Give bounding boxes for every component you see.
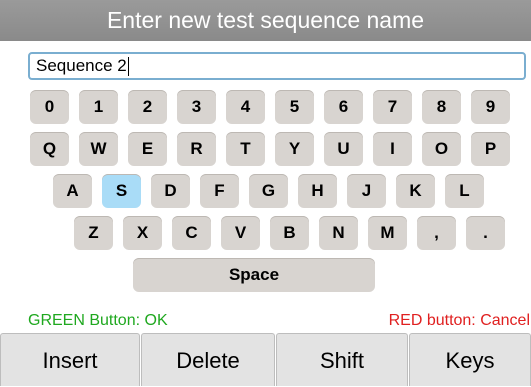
key-b[interactable]: B [270, 216, 309, 250]
space-key[interactable]: Space [133, 258, 375, 292]
key-i[interactable]: I [373, 132, 412, 166]
key-t[interactable]: T [226, 132, 265, 166]
keys-softkey[interactable]: Keys [409, 333, 531, 386]
key-f[interactable]: F [200, 174, 239, 208]
key-n[interactable]: N [319, 216, 358, 250]
key-g[interactable]: G [249, 174, 288, 208]
insert-softkey[interactable]: Insert [0, 333, 140, 386]
key-3[interactable]: 3 [177, 90, 216, 124]
key-l[interactable]: L [445, 174, 484, 208]
softkey-bar: Insert Delete Shift Keys [0, 333, 531, 386]
key-7[interactable]: 7 [373, 90, 412, 124]
key-0[interactable]: 0 [30, 90, 69, 124]
delete-softkey[interactable]: Delete [141, 333, 275, 386]
key-a[interactable]: A [53, 174, 92, 208]
shift-softkey[interactable]: Shift [276, 333, 408, 386]
key-period[interactable]: . [466, 216, 505, 250]
key-q[interactable]: Q [30, 132, 69, 166]
on-screen-keyboard: 0 1 2 3 4 5 6 7 8 9 Q W E R T Y U I O P A S D F G H J K L Z X C V B N M,. Sp… [0, 0, 531, 300]
key-s[interactable]: S [102, 174, 141, 208]
key-6[interactable]: 6 [324, 90, 363, 124]
key-k[interactable]: K [396, 174, 435, 208]
key-w[interactable]: W [79, 132, 118, 166]
key-1[interactable]: 1 [79, 90, 118, 124]
key-2[interactable]: 2 [128, 90, 167, 124]
key-d[interactable]: D [151, 174, 190, 208]
key-u[interactable]: U [324, 132, 363, 166]
key-v[interactable]: V [221, 216, 260, 250]
key-comma[interactable]: , [417, 216, 456, 250]
key-e[interactable]: E [128, 132, 167, 166]
key-x[interactable]: X [123, 216, 162, 250]
key-4[interactable]: 4 [226, 90, 265, 124]
key-j[interactable]: J [347, 174, 386, 208]
ok-hint: GREEN Button: OK [28, 312, 168, 329]
key-c[interactable]: C [172, 216, 211, 250]
key-9[interactable]: 9 [471, 90, 510, 124]
key-r[interactable]: R [177, 132, 216, 166]
key-h[interactable]: H [298, 174, 337, 208]
key-8[interactable]: 8 [422, 90, 461, 124]
cancel-hint: RED button: Cancel [388, 312, 530, 329]
key-o[interactable]: O [422, 132, 461, 166]
key-z[interactable]: Z [74, 216, 113, 250]
key-m[interactable]: M [368, 216, 407, 250]
key-5[interactable]: 5 [275, 90, 314, 124]
key-y[interactable]: Y [275, 132, 314, 166]
key-p[interactable]: P [471, 132, 510, 166]
